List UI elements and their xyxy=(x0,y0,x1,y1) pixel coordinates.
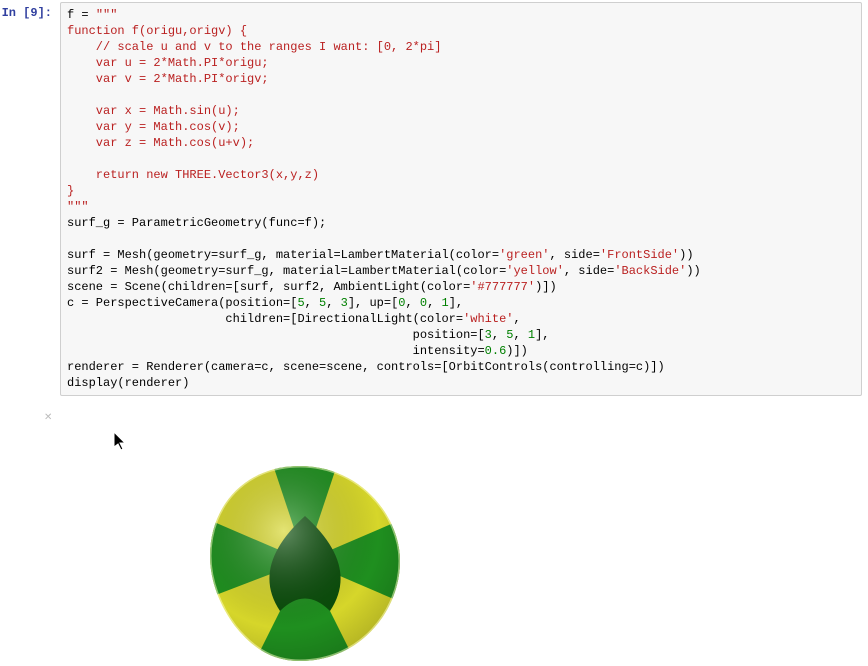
code-line: , xyxy=(326,296,340,310)
code-string: var z = Math.cos(u+v); xyxy=(67,136,254,150)
code-number: 5 xyxy=(297,296,304,310)
code-number: 1 xyxy=(528,328,535,342)
code-line: intensity= xyxy=(67,344,485,358)
code-string: // scale u and v to the ranges I want: [… xyxy=(67,40,441,54)
close-output-icon[interactable]: ✕ xyxy=(44,412,52,423)
code-line: ], up=[ xyxy=(348,296,398,310)
code-string: function f(origu,origv) { xyxy=(67,24,247,38)
code-number: 0.6 xyxy=(485,344,507,358)
code-line: , xyxy=(305,296,319,310)
code-line: surf = Mesh(geometry=surf_g, material=La… xyxy=(67,248,499,262)
parametric-surface-render xyxy=(60,406,460,666)
code-string: 'white' xyxy=(463,312,513,326)
code-string: return new THREE.Vector3(x,y,z) xyxy=(67,168,319,182)
code-line: , side= xyxy=(550,248,600,262)
code-line: , xyxy=(492,328,506,342)
code-string: 'yellow' xyxy=(506,264,564,278)
code-line: , xyxy=(427,296,441,310)
code-line: )) xyxy=(686,264,700,278)
code-string: } xyxy=(67,184,74,198)
code-string: 'FrontSide' xyxy=(600,248,679,262)
code-line: ], xyxy=(449,296,463,310)
threejs-canvas[interactable] xyxy=(60,406,850,666)
code-string: """ xyxy=(67,200,89,214)
code-line: f = xyxy=(67,8,96,22)
code-line: , xyxy=(514,312,521,326)
code-line: position=[ xyxy=(67,328,485,342)
code-line: surf2 = Mesh(geometry=surf_g, material=L… xyxy=(67,264,506,278)
code-editor[interactable]: f = """ function f(origu,origv) { // sca… xyxy=(60,2,862,396)
code-line: )) xyxy=(679,248,693,262)
code-string: var x = Math.sin(u); xyxy=(67,104,240,118)
code-number: 3 xyxy=(485,328,492,342)
input-prompt: In [9]: xyxy=(0,2,60,396)
output-area: ✕ xyxy=(60,406,868,666)
code-string: var v = 2*Math.PI*origv; xyxy=(67,72,269,86)
code-line: scene = Scene(children=[surf, surf2, Amb… xyxy=(67,280,470,294)
code-number: 3 xyxy=(341,296,348,310)
code-string: 'BackSide' xyxy=(614,264,686,278)
code-line: children=[DirectionalLight(color= xyxy=(67,312,463,326)
code-line: c = PerspectiveCamera(position=[ xyxy=(67,296,297,310)
code-line: )]) xyxy=(535,280,557,294)
code-number: 0 xyxy=(420,296,427,310)
code-line: )]) xyxy=(506,344,528,358)
prompt-label: In [9]: xyxy=(2,6,52,20)
code-line: , xyxy=(405,296,419,310)
code-string: '#777777' xyxy=(470,280,535,294)
code-line: surf_g = ParametricGeometry(func=f); xyxy=(67,216,326,230)
code-line: ], xyxy=(535,328,549,342)
code-string: 'green' xyxy=(499,248,549,262)
code-string: """ xyxy=(96,8,118,22)
code-line: , xyxy=(513,328,527,342)
code-string: var u = 2*Math.PI*origu; xyxy=(67,56,269,70)
code-line: , side= xyxy=(564,264,614,278)
code-string: var y = Math.cos(v); xyxy=(67,120,240,134)
code-line: display(renderer) xyxy=(67,376,189,390)
code-line: renderer = Renderer(camera=c, scene=scen… xyxy=(67,360,665,374)
code-number: 1 xyxy=(442,296,449,310)
code-cell: In [9]: f = """ function f(origu,origv) … xyxy=(0,0,868,398)
